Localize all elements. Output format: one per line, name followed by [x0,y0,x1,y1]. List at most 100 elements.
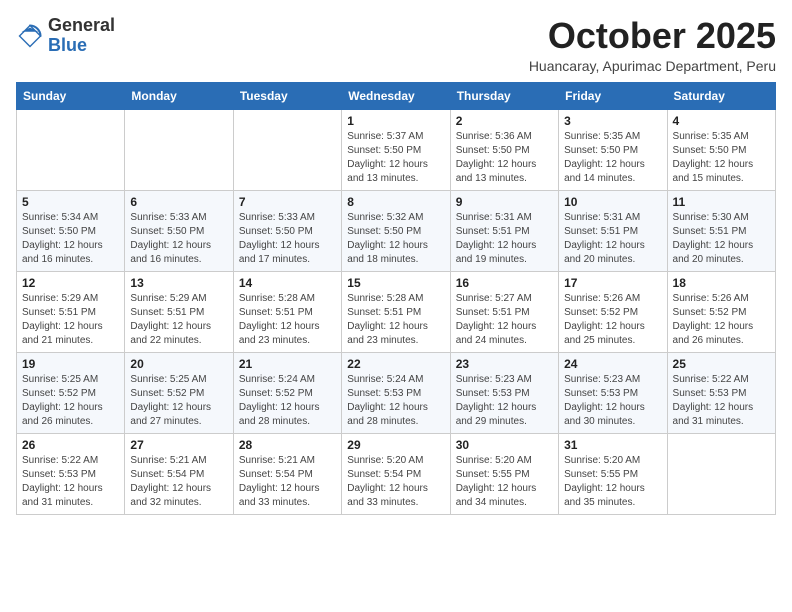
day-cell [667,433,775,514]
day-info: Sunrise: 5:33 AM Sunset: 5:50 PM Dayligh… [239,211,336,267]
day-info: Sunrise: 5:37 AM Sunset: 5:50 PM Dayligh… [347,130,444,186]
day-cell: 4 Sunrise: 5:35 AM Sunset: 5:50 PM Daylig… [667,109,775,190]
day-cell: 3Sunrise: 5:35 AM Sunset: 5:50 PM Daylig… [559,109,667,190]
day-info: Sunrise: 5:28 AM Sunset: 5:51 PM Dayligh… [347,292,444,348]
day-info: Sunrise: 5:34 AM Sunset: 5:50 PM Dayligh… [22,211,119,267]
week-row-4: 19Sunrise: 5:25 AM Sunset: 5:52 PM Dayli… [17,352,776,433]
col-header-friday: Friday [559,82,667,109]
day-number: 24 [564,357,661,371]
day-info: Sunrise: 5:23 AM Sunset: 5:53 PM Dayligh… [564,373,661,429]
day-number: 2 [456,114,553,128]
day-number: 26 [22,438,119,452]
day-number: 31 [564,438,661,452]
day-info: Sunrise: 5:29 AM Sunset: 5:51 PM Dayligh… [22,292,119,348]
day-info: Sunrise: 5:23 AM Sunset: 5:53 PM Dayligh… [456,373,553,429]
day-cell [17,109,125,190]
day-info: Sunrise: 5:31 AM Sunset: 5:51 PM Dayligh… [564,211,661,267]
day-cell: 10 Sunrise: 5:31 AM Sunset: 5:51 PM Dayli… [559,190,667,271]
day-info: Sunrise: 5:24 AM Sunset: 5:52 PM Dayligh… [239,373,336,429]
day-info: Sunrise: 5:21 AM Sunset: 5:54 PM Dayligh… [239,454,336,510]
day-number: 8 [347,195,444,209]
week-row-2: 5 Sunrise: 5:34 AM Sunset: 5:50 PM Daylig… [17,190,776,271]
logo-text: General Blue [48,16,115,56]
day-info: Sunrise: 5:27 AM Sunset: 5:51 PM Dayligh… [456,292,553,348]
day-info: Sunrise: 5:26 AM Sunset: 5:52 PM Dayligh… [673,292,770,348]
page-header: General Blue October 2025 Huancaray, Apu… [16,16,776,74]
day-number: 13 [130,276,227,290]
day-number: 30 [456,438,553,452]
day-number: 12 [22,276,119,290]
day-number: 17 [564,276,661,290]
day-cell: 16Sunrise: 5:27 AM Sunset: 5:51 PM Dayli… [450,271,558,352]
col-header-monday: Monday [125,82,233,109]
day-info: Sunrise: 5:20 AM Sunset: 5:54 PM Dayligh… [347,454,444,510]
day-cell: 19Sunrise: 5:25 AM Sunset: 5:52 PM Dayli… [17,352,125,433]
day-cell: 7 Sunrise: 5:33 AM Sunset: 5:50 PM Daylig… [233,190,341,271]
day-number: 27 [130,438,227,452]
day-cell: 31 Sunrise: 5:20 AM Sunset: 5:55 PM Dayli… [559,433,667,514]
col-header-saturday: Saturday [667,82,775,109]
day-cell: 15Sunrise: 5:28 AM Sunset: 5:51 PM Dayli… [342,271,450,352]
day-number: 10 [564,195,661,209]
day-number: 6 [130,195,227,209]
month-title: October 2025 [529,16,776,56]
day-cell: 18Sunrise: 5:26 AM Sunset: 5:52 PM Dayli… [667,271,775,352]
day-info: Sunrise: 5:22 AM Sunset: 5:53 PM Dayligh… [673,373,770,429]
day-cell: 9Sunrise: 5:31 AM Sunset: 5:51 PM Daylig… [450,190,558,271]
title-block: October 2025 Huancaray, Apurimac Departm… [529,16,776,74]
col-header-wednesday: Wednesday [342,82,450,109]
day-number: 1 [347,114,444,128]
day-info: Sunrise: 5:35 AM Sunset: 5:50 PM Dayligh… [673,130,770,186]
day-number: 22 [347,357,444,371]
day-cell: 8 Sunrise: 5:32 AM Sunset: 5:50 PM Daylig… [342,190,450,271]
logo-blue: Blue [48,35,87,55]
col-header-sunday: Sunday [17,82,125,109]
day-cell: 14Sunrise: 5:28 AM Sunset: 5:51 PM Dayli… [233,271,341,352]
day-cell [125,109,233,190]
day-cell: 12 Sunrise: 5:29 AM Sunset: 5:51 PM Dayli… [17,271,125,352]
day-number: 5 [22,195,119,209]
day-info: Sunrise: 5:24 AM Sunset: 5:53 PM Dayligh… [347,373,444,429]
day-number: 21 [239,357,336,371]
day-cell: 13Sunrise: 5:29 AM Sunset: 5:51 PM Dayli… [125,271,233,352]
day-cell: 5 Sunrise: 5:34 AM Sunset: 5:50 PM Daylig… [17,190,125,271]
day-cell: 26Sunrise: 5:22 AM Sunset: 5:53 PM Dayli… [17,433,125,514]
day-number: 4 [673,114,770,128]
day-cell: 21 Sunrise: 5:24 AM Sunset: 5:52 PM Dayli… [233,352,341,433]
day-cell: 25 Sunrise: 5:22 AM Sunset: 5:53 PM Dayli… [667,352,775,433]
day-number: 7 [239,195,336,209]
location-subtitle: Huancaray, Apurimac Department, Peru [529,58,776,74]
day-cell: 11Sunrise: 5:30 AM Sunset: 5:51 PM Dayli… [667,190,775,271]
day-cell: 28 Sunrise: 5:21 AM Sunset: 5:54 PM Dayli… [233,433,341,514]
week-row-5: 26Sunrise: 5:22 AM Sunset: 5:53 PM Dayli… [17,433,776,514]
day-cell [233,109,341,190]
day-info: Sunrise: 5:28 AM Sunset: 5:51 PM Dayligh… [239,292,336,348]
day-cell: 2 Sunrise: 5:36 AM Sunset: 5:50 PM Daylig… [450,109,558,190]
week-row-1: 1 Sunrise: 5:37 AM Sunset: 5:50 PM Daylig… [17,109,776,190]
day-info: Sunrise: 5:26 AM Sunset: 5:52 PM Dayligh… [564,292,661,348]
calendar-body: 1 Sunrise: 5:37 AM Sunset: 5:50 PM Daylig… [17,109,776,514]
day-number: 28 [239,438,336,452]
day-cell: 22 Sunrise: 5:24 AM Sunset: 5:53 PM Dayli… [342,352,450,433]
day-info: Sunrise: 5:25 AM Sunset: 5:52 PM Dayligh… [130,373,227,429]
day-cell: 27 Sunrise: 5:21 AM Sunset: 5:54 PM Dayli… [125,433,233,514]
day-cell: 17 Sunrise: 5:26 AM Sunset: 5:52 PM Dayli… [559,271,667,352]
day-number: 9 [456,195,553,209]
logo-general: General [48,15,115,35]
calendar-table: SundayMondayTuesdayWednesdayThursdayFrid… [16,82,776,515]
day-cell: 24 Sunrise: 5:23 AM Sunset: 5:53 PM Dayli… [559,352,667,433]
day-number: 23 [456,357,553,371]
day-info: Sunrise: 5:20 AM Sunset: 5:55 PM Dayligh… [564,454,661,510]
day-cell: 29Sunrise: 5:20 AM Sunset: 5:54 PM Dayli… [342,433,450,514]
day-info: Sunrise: 5:25 AM Sunset: 5:52 PM Dayligh… [22,373,119,429]
day-cell: 30 Sunrise: 5:20 AM Sunset: 5:55 PM Dayli… [450,433,558,514]
day-info: Sunrise: 5:21 AM Sunset: 5:54 PM Dayligh… [130,454,227,510]
day-info: Sunrise: 5:36 AM Sunset: 5:50 PM Dayligh… [456,130,553,186]
logo: General Blue [16,16,115,56]
day-number: 25 [673,357,770,371]
day-info: Sunrise: 5:32 AM Sunset: 5:50 PM Dayligh… [347,211,444,267]
day-info: Sunrise: 5:20 AM Sunset: 5:55 PM Dayligh… [456,454,553,510]
day-info: Sunrise: 5:30 AM Sunset: 5:51 PM Dayligh… [673,211,770,267]
day-cell: 6Sunrise: 5:33 AM Sunset: 5:50 PM Daylig… [125,190,233,271]
day-number: 20 [130,357,227,371]
